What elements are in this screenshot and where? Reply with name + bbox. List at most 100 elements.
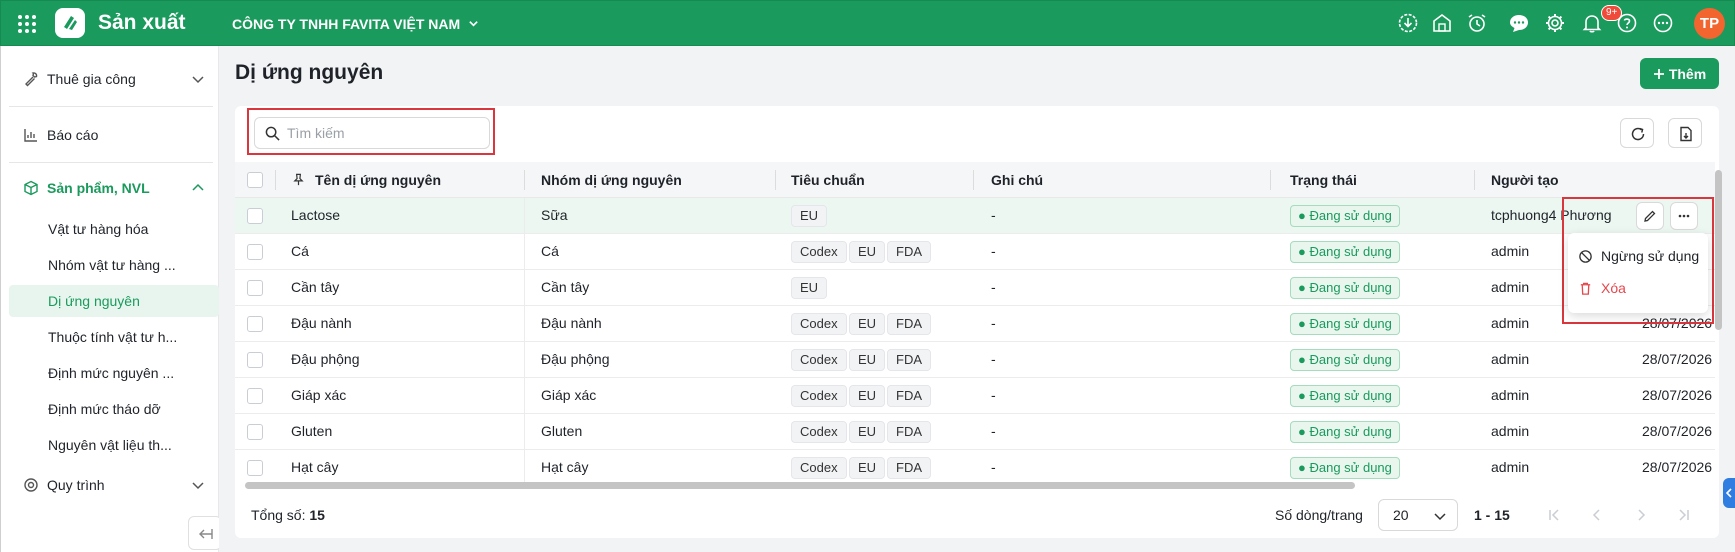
row-checkbox[interactable] (247, 424, 263, 440)
row-actions-menu: Ngừng sử dụng Xóa (1568, 233, 1708, 313)
standard-tag: EU (791, 277, 828, 299)
table-row[interactable]: Giáp xác Giáp xác Codex EU FDA - ● Đang … (235, 378, 1715, 414)
row-checkbox[interactable] (247, 208, 263, 224)
column-header-status[interactable]: Trạng thái (1290, 172, 1357, 188)
more-circle-icon[interactable] (1652, 12, 1674, 34)
select-all-checkbox[interactable] (247, 172, 263, 188)
menu-item-delete[interactable]: Xóa (1578, 275, 1626, 301)
next-page-button[interactable] (1632, 506, 1650, 524)
prev-page-button[interactable] (1588, 506, 1606, 524)
bell-icon[interactable] (1581, 12, 1603, 34)
chevron-down-icon (192, 76, 204, 84)
allergen-group: Giáp xác (541, 387, 597, 403)
sidebar-item-material-groups[interactable]: Nhóm vật tư hàng ... (9, 249, 219, 281)
allergen-name: Đậu phộng (291, 351, 360, 367)
sidebar-group-products[interactable]: Sản phẩm, NVL (1, 168, 220, 208)
creator: admin (1491, 423, 1530, 439)
chevron-down-icon (1434, 513, 1446, 521)
allergen-name: Đậu nành (291, 315, 352, 331)
plus-icon (1653, 68, 1664, 79)
column-divider (775, 170, 776, 190)
table-row[interactable]: Gluten Gluten Codex EU FDA - ● Đang sử d… (235, 414, 1715, 450)
sidebar: Thuê gia công Báo cáo Sản phẩm, NVL Vật … (0, 46, 219, 552)
allergen-group: Gluten (541, 423, 583, 439)
gear-icon[interactable] (1544, 12, 1566, 34)
created-date: 28/07/2026 (1642, 423, 1713, 439)
table-row[interactable]: Đậu nành Đậu nành Codex EU FDA - ● Đang … (235, 306, 1715, 342)
note: - (991, 423, 996, 439)
table-row[interactable]: Lactose Sữa EU - ● Đang sử dụng tcphuong… (235, 198, 1715, 234)
help-icon[interactable] (1616, 12, 1638, 34)
sidebar-item-disassembly-norms[interactable]: Định mức tháo dỡ (9, 393, 219, 425)
chat-icon[interactable] (1508, 12, 1530, 34)
row-checkbox[interactable] (247, 244, 263, 260)
standard-tag: Codex (791, 313, 847, 335)
table-row[interactable]: Cá Cá Codex EU FDA - ● Đang sử dụng admi… (235, 234, 1715, 270)
horizontal-scrollbar[interactable] (245, 482, 1355, 489)
menu-item-label: Xóa (1601, 280, 1626, 296)
search-input[interactable] (287, 123, 483, 143)
status-badge: ● Đang sử dụng (1290, 421, 1400, 443)
status-badge: ● Đang sử dụng (1290, 277, 1400, 299)
sidebar-item-material-attributes[interactable]: Thuộc tính vật tư h... (9, 321, 219, 353)
sidebar-group-outsourcing[interactable]: Thuê gia công (1, 59, 220, 99)
alarm-clock-icon[interactable] (1466, 12, 1488, 34)
standard-tag: Codex (791, 385, 847, 407)
sidebar-item-allergens[interactable]: Dị ứng nguyên (9, 285, 219, 317)
first-page-button[interactable] (1545, 506, 1563, 524)
warehouse-icon[interactable] (1431, 12, 1453, 34)
download-icon[interactable] (1397, 12, 1419, 34)
collapse-sidebar-button[interactable] (188, 516, 222, 550)
table-row[interactable]: Cần tây Cần tây EU - ● Đang sử dụng admi… (235, 270, 1715, 306)
collapse-left-icon (199, 529, 213, 539)
sidebar-group-label: Thuê gia công (47, 71, 136, 87)
standard-tag: FDA (887, 313, 931, 335)
column-header-note[interactable]: Ghi chú (991, 172, 1043, 188)
app-name[interactable]: Sản xuất (98, 11, 186, 35)
column-header-standard[interactable]: Tiêu chuẩn (791, 172, 865, 188)
chevron-left-icon (1725, 488, 1732, 498)
page-size-select[interactable]: 20 (1378, 499, 1458, 531)
creator: admin (1491, 243, 1530, 259)
last-page-icon (1679, 509, 1689, 521)
side-panel-toggle-button[interactable] (1723, 478, 1735, 508)
column-header-creator[interactable]: Người tạo (1491, 172, 1559, 188)
app-grid-icon[interactable] (17, 14, 37, 34)
total-count: Tổng số: 15 (251, 507, 325, 523)
sidebar-group-label: Báo cáo (47, 127, 99, 143)
sidebar-item-raw-materials[interactable]: Nguyên vật liệu th... (9, 429, 219, 461)
column-divider (524, 450, 525, 482)
more-actions-button[interactable] (1670, 202, 1698, 230)
search-box[interactable] (254, 117, 490, 149)
sidebar-group-process[interactable]: Quy trình (1, 465, 220, 505)
export-button[interactable] (1668, 118, 1702, 148)
last-page-button[interactable] (1675, 506, 1693, 524)
note: - (991, 459, 996, 475)
sidebar-item-material-norms[interactable]: Định mức nguyên ... (9, 357, 219, 389)
company-selector[interactable]: CÔNG TY TNHH FAVITA VIỆT NAM (232, 16, 479, 32)
refresh-button[interactable] (1620, 118, 1654, 148)
avatar[interactable]: TP (1694, 8, 1725, 39)
creator: admin (1491, 315, 1530, 331)
vertical-scrollbar[interactable] (1715, 170, 1722, 330)
row-checkbox[interactable] (247, 388, 263, 404)
column-header-name[interactable]: Tên dị ứng nguyên (315, 172, 441, 188)
row-checkbox[interactable] (247, 352, 263, 368)
standard-tag: Codex (791, 421, 847, 443)
column-header-group[interactable]: Nhóm dị ứng nguyên (541, 172, 682, 188)
add-button[interactable]: Thêm (1640, 58, 1719, 89)
row-checkbox[interactable] (247, 280, 263, 296)
chevron-right-icon (1638, 509, 1646, 521)
sidebar-group-reports[interactable]: Báo cáo (1, 115, 220, 155)
row-checkbox[interactable] (247, 316, 263, 332)
table-row[interactable]: Đậu phộng Đậu phộng Codex EU FDA - ● Đan… (235, 342, 1715, 378)
sidebar-item-materials[interactable]: Vật tư hàng hóa (9, 213, 219, 245)
table-row[interactable]: Hạt cây Hạt cây Codex EU FDA - ● Đang sử… (235, 450, 1715, 482)
note: - (991, 243, 996, 259)
edit-button[interactable] (1636, 202, 1664, 230)
pin-icon[interactable] (292, 173, 305, 186)
total-label: Tổng số: (251, 507, 306, 523)
row-checkbox[interactable] (247, 460, 263, 476)
allergen-name: Hạt cây (291, 459, 339, 475)
menu-item-deactivate[interactable]: Ngừng sử dụng (1578, 243, 1699, 269)
